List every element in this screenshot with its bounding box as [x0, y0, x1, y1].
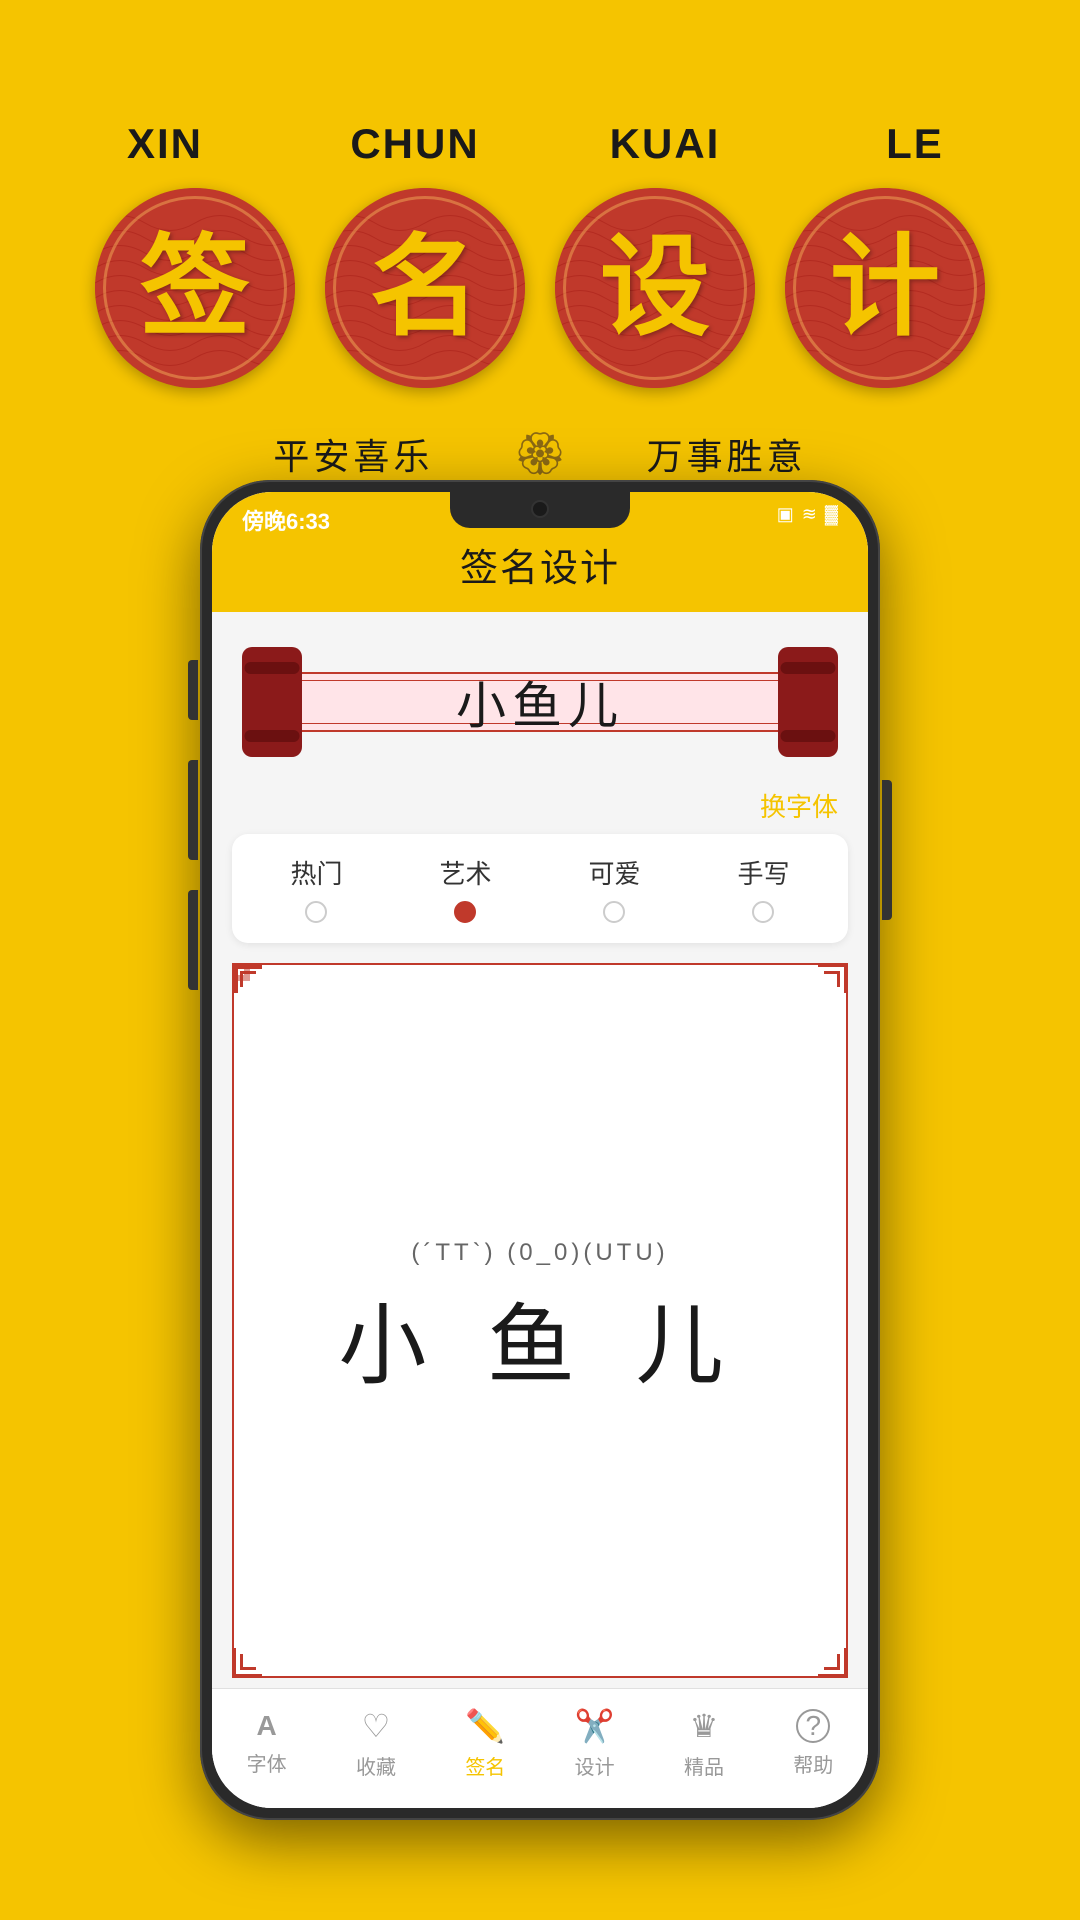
char-circle-1: 名	[325, 188, 525, 388]
battery-icon: ▣	[777, 504, 794, 525]
font-tab-popular-label: 热门	[290, 854, 342, 891]
subtitle-right: 万事胜意	[647, 428, 807, 480]
nav-item-collect[interactable]: ♡ 收藏	[336, 1707, 416, 1780]
scroll-right	[778, 647, 838, 757]
scroll-name[interactable]: 小鱼儿	[456, 666, 624, 738]
font-tab-art-label: 艺术	[439, 854, 491, 891]
collect-icon: ♡	[362, 1707, 391, 1745]
sig-emoticons: (´TT`) (0_0)(UTU)	[411, 1239, 668, 1267]
font-tab-handwrite-dot	[752, 901, 774, 923]
phone-mockup: 傍晚6:33 ▣ ≋ ▓ 签名设计	[200, 480, 880, 1820]
corner-tl-icon	[232, 963, 292, 1023]
font-tabs: 热门 艺术 可爱 手写	[232, 834, 848, 943]
pinyin-kuai: KUAI	[580, 120, 750, 168]
nav-label-collect: 收藏	[356, 1751, 396, 1780]
nav-label-design: 设计	[575, 1751, 615, 1780]
flower-icon: 🏵	[513, 430, 566, 479]
pinyin-chun: CHUN	[330, 120, 500, 168]
char-circle-0: 签	[95, 188, 295, 388]
corner-br-icon	[788, 1618, 848, 1678]
sig-name-display: 小 鱼 儿	[339, 1275, 742, 1402]
premium-icon: ♛	[690, 1707, 719, 1745]
subtitle-left: 平安喜乐	[273, 428, 433, 480]
nav-label-font: 字体	[247, 1748, 287, 1777]
pinyin-le: LE	[830, 120, 1000, 168]
char-circle-2: 设	[555, 188, 755, 388]
font-tab-art[interactable]: 艺术	[439, 854, 491, 923]
phone-camera	[531, 500, 549, 518]
char-circle-3: 计	[785, 188, 985, 388]
top-section: XIN CHUN KUAI LE	[0, 0, 1080, 480]
pinyin-row: XIN CHUN KUAI LE	[80, 120, 1000, 168]
help-icon: ?	[796, 1709, 830, 1743]
font-icon: A	[257, 1710, 277, 1742]
nav-item-premium[interactable]: ♛ 精品	[664, 1707, 744, 1780]
phone-notch	[450, 492, 630, 528]
app-screen: 傍晚6:33 ▣ ≋ ▓ 签名设计	[212, 492, 868, 1808]
corner-bl-icon	[232, 1618, 292, 1678]
sig-content: (´TT`) (0_0)(UTU) 小 鱼 儿	[234, 965, 846, 1676]
font-tab-cute-label: 可爱	[588, 854, 640, 891]
nav-label-sign: 签名	[465, 1751, 505, 1780]
nav-item-design[interactable]: ✂️ 设计	[555, 1707, 635, 1780]
sign-icon: ✏️	[465, 1707, 505, 1745]
subtitle-row: 平安喜乐 🏵 万事胜意	[273, 428, 806, 480]
font-tab-popular-dot	[305, 901, 327, 923]
signature-display: (´TT`) (0_0)(UTU) 小 鱼 儿	[232, 963, 848, 1678]
scroll-body: 小鱼儿	[282, 672, 798, 732]
nav-item-font[interactable]: A 字体	[227, 1710, 307, 1777]
scroll-left	[242, 647, 302, 757]
font-tab-popular[interactable]: 热门	[290, 854, 342, 923]
corner-tr-icon	[788, 963, 848, 1023]
scroll-banner-area: 小鱼儿	[212, 612, 868, 777]
font-change-button[interactable]: 换字体	[760, 787, 838, 824]
design-icon: ✂️	[575, 1707, 615, 1745]
scroll-banner: 小鱼儿	[242, 642, 838, 762]
char-1: 名	[370, 233, 480, 343]
status-time: 傍晚6:33	[242, 504, 330, 536]
pinyin-xin: XIN	[80, 120, 250, 168]
char-0: 签	[140, 233, 250, 343]
nav-item-sign[interactable]: ✏️ 签名	[445, 1707, 525, 1780]
char-2: 设	[600, 233, 710, 343]
font-tab-cute-dot	[603, 901, 625, 923]
font-change-row: 换字体	[212, 777, 868, 834]
status-icons: ▣ ≋ ▓	[777, 504, 838, 525]
nav-item-help[interactable]: ? 帮助	[773, 1709, 853, 1778]
phone-outer: 傍晚6:33 ▣ ≋ ▓ 签名设计	[200, 480, 880, 1820]
nav-label-premium: 精品	[684, 1751, 724, 1780]
char-3: 计	[830, 233, 940, 343]
phone-inner: 傍晚6:33 ▣ ≋ ▓ 签名设计	[212, 492, 868, 1808]
app-title: 签名设计	[460, 537, 620, 592]
font-tab-handwrite[interactable]: 手写	[737, 854, 789, 923]
font-tab-handwrite-label: 手写	[737, 854, 789, 891]
bottom-nav: A 字体 ♡ 收藏 ✏️ 签名 ✂️ 设计	[212, 1688, 868, 1808]
font-tab-art-dot	[454, 901, 476, 923]
wifi-icon: ≋	[802, 504, 817, 525]
font-tab-cute[interactable]: 可爱	[588, 854, 640, 923]
nav-label-help: 帮助	[793, 1749, 833, 1778]
signal-icon: ▓	[825, 504, 838, 525]
circles-row: 签	[95, 188, 985, 388]
